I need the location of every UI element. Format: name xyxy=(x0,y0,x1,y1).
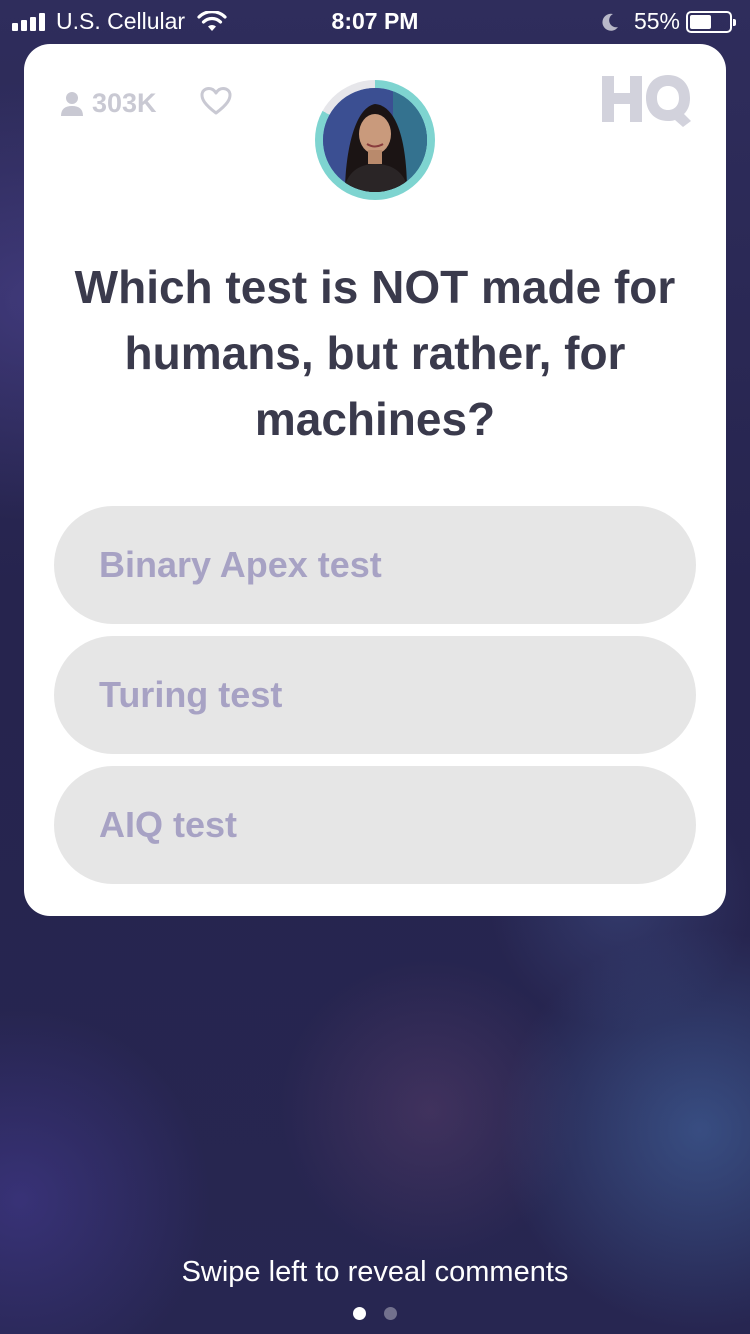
host-portrait-icon xyxy=(323,88,427,192)
heart-icon[interactable] xyxy=(200,86,232,116)
battery-percent: 55% xyxy=(633,8,680,34)
moon-icon xyxy=(602,13,618,31)
answer-option-1[interactable]: Binary Apex test xyxy=(54,506,696,624)
swipe-hint: Swipe left to reveal comments xyxy=(181,1256,569,1288)
answer-label: Binary Apex test xyxy=(99,544,382,585)
page-dot-active[interactable] xyxy=(353,1307,366,1320)
answer-option-3[interactable]: AIQ test xyxy=(54,766,696,884)
answer-label: AIQ test xyxy=(99,804,238,845)
answer-label: Turing test xyxy=(99,674,283,715)
hq-logo-icon xyxy=(602,75,691,127)
person-icon xyxy=(61,91,83,116)
answer-option-2[interactable]: Turing test xyxy=(54,636,696,754)
host-timer-ring xyxy=(315,80,435,200)
host-avatar xyxy=(323,88,427,192)
viewer-count: 303K xyxy=(60,88,157,119)
page-dot-inactive[interactable] xyxy=(384,1307,397,1320)
page-indicator[interactable] xyxy=(0,1307,750,1320)
battery-icon xyxy=(686,10,736,33)
battery-fill xyxy=(690,14,711,29)
question-text: Which test is NOT made for humans, but r… xyxy=(74,261,676,445)
question-card: 303K Which test is NOT made for humans, … xyxy=(24,44,726,916)
status-right: 55% xyxy=(600,8,736,35)
battery-tip xyxy=(733,18,736,26)
viewer-count-label: 303K xyxy=(92,88,157,118)
status-bar: U.S. Cellular 8:07 PM 55% xyxy=(0,0,750,42)
